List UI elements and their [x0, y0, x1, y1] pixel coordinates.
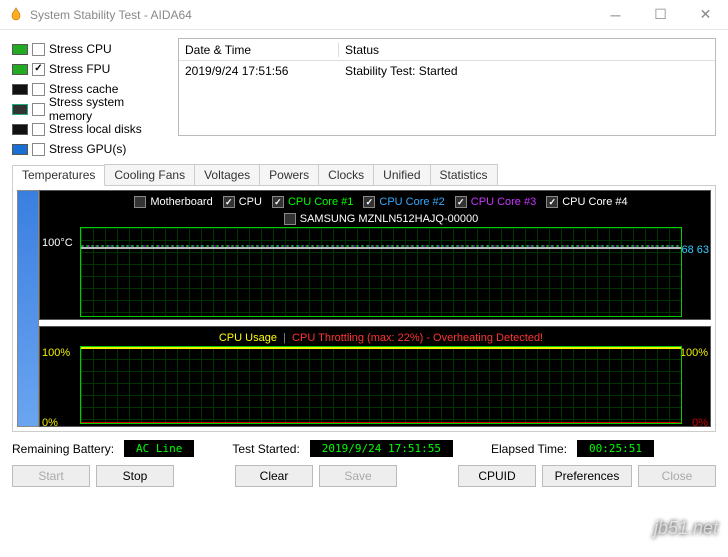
stress-disks-label: Stress local disks: [49, 122, 142, 136]
fpu-icon: [12, 64, 28, 75]
log-row-status: Stability Test: Started: [339, 64, 458, 78]
temp-plot: 68 63: [80, 227, 682, 317]
stress-disks-checkbox[interactable]: [32, 123, 45, 136]
temp-ymax: 100°C: [42, 237, 73, 249]
log-row-date: 2019/9/24 17:51:56: [179, 64, 339, 78]
tabs: Temperatures Cooling Fans Voltages Power…: [12, 164, 716, 186]
app-icon: [8, 7, 24, 23]
cpu-plot: [80, 346, 682, 424]
stress-cpu-row[interactable]: Stress CPU: [12, 40, 170, 58]
legend-core1[interactable]: CPU Core #1: [272, 196, 353, 208]
stress-disks-row[interactable]: Stress local disks: [12, 120, 170, 138]
cpu-chart: CPU Usage | CPU Throttling (max: 22%) - …: [39, 326, 711, 427]
legend-samsung[interactable]: SAMSUNG MZNLN512HAJQ-00000: [284, 213, 479, 225]
stress-options: Stress CPU Stress FPU Stress cache Stres…: [12, 38, 170, 158]
maximize-button[interactable]: ☐: [638, 0, 683, 29]
stress-cpu-checkbox[interactable]: [32, 43, 45, 56]
elapsed-label: Elapsed Time:: [491, 442, 567, 456]
cpu-chart-header: CPU Usage | CPU Throttling (max: 22%) - …: [80, 329, 682, 346]
clear-button[interactable]: Clear: [235, 465, 313, 487]
stress-memory-checkbox[interactable]: [32, 103, 45, 116]
log-header: Date & Time Status: [179, 39, 715, 61]
stress-cache-checkbox[interactable]: [32, 83, 45, 96]
legend-cpu[interactable]: CPU: [223, 196, 262, 208]
tab-clocks[interactable]: Clocks: [318, 164, 374, 185]
tab-statistics[interactable]: Statistics: [430, 164, 498, 185]
status-row: Remaining Battery: AC Line Test Started:…: [12, 432, 716, 459]
elapsed-value: 00:25:51: [577, 440, 654, 457]
tab-voltages[interactable]: Voltages: [194, 164, 260, 185]
tab-unified[interactable]: Unified: [373, 164, 430, 185]
gpu-icon: [12, 144, 28, 155]
cpuid-button[interactable]: CPUID: [458, 465, 536, 487]
legend-motherboard[interactable]: Motherboard: [134, 196, 212, 208]
start-button[interactable]: Start: [12, 465, 90, 487]
stress-cpu-label: Stress CPU: [49, 42, 112, 56]
tab-powers[interactable]: Powers: [259, 164, 319, 185]
stress-gpu-row[interactable]: Stress GPU(s): [12, 140, 170, 158]
cpu-ymin-left: 0%: [42, 417, 58, 429]
preferences-button[interactable]: Preferences: [542, 465, 632, 487]
window-title: System Stability Test - AIDA64: [30, 8, 593, 22]
battery-label: Remaining Battery:: [12, 442, 114, 456]
stress-fpu-label: Stress FPU: [49, 62, 110, 76]
cache-icon: [12, 84, 28, 95]
log-col-status[interactable]: Status: [339, 43, 379, 57]
titlebar: System Stability Test - AIDA64 ─ ☐ ✕: [0, 0, 728, 30]
button-row: Start Stop Clear Save CPUID Preferences …: [12, 459, 716, 497]
log-panel: Date & Time Status 2019/9/24 17:51:56 St…: [178, 38, 716, 136]
temperature-chart: Motherboard CPU CPU Core #1 CPU Core #2 …: [39, 190, 711, 320]
log-col-date[interactable]: Date & Time: [179, 43, 339, 57]
cpu-usage-label: CPU Usage: [219, 332, 277, 344]
started-label: Test Started:: [232, 442, 299, 456]
cpu-ymin-right: 0%: [692, 417, 708, 429]
stress-gpu-label: Stress GPU(s): [49, 142, 126, 156]
temp-right-value: 68 63: [681, 244, 709, 256]
cpu-icon: [12, 44, 28, 55]
close-app-button[interactable]: Close: [638, 465, 716, 487]
started-value: 2019/9/24 17:51:55: [310, 440, 453, 457]
battery-value: AC Line: [124, 440, 194, 457]
legend-core4[interactable]: CPU Core #4: [546, 196, 627, 208]
save-button[interactable]: Save: [319, 465, 397, 487]
stress-memory-row[interactable]: Stress system memory: [12, 100, 170, 118]
minimize-button[interactable]: ─: [593, 0, 638, 29]
log-row[interactable]: 2019/9/24 17:51:56 Stability Test: Start…: [179, 61, 715, 81]
temp-legend: Motherboard CPU CPU Core #1 CPU Core #2 …: [80, 193, 682, 210]
cpu-throttling-label: CPU Throttling (max: 22%) - Overheating …: [292, 332, 543, 344]
watermark: jb51.net: [654, 518, 718, 539]
stress-memory-label: Stress system memory: [49, 95, 170, 123]
stress-fpu-row[interactable]: Stress FPU: [12, 60, 170, 78]
stress-cache-label: Stress cache: [49, 82, 118, 96]
disk-icon: [12, 124, 28, 135]
tab-cooling-fans[interactable]: Cooling Fans: [104, 164, 195, 185]
memory-icon: [12, 104, 28, 115]
stress-gpu-checkbox[interactable]: [32, 143, 45, 156]
legend-core2[interactable]: CPU Core #2: [363, 196, 444, 208]
legend-core3[interactable]: CPU Core #3: [455, 196, 536, 208]
tab-temperatures[interactable]: Temperatures: [12, 165, 105, 186]
stop-button[interactable]: Stop: [96, 465, 174, 487]
stress-fpu-checkbox[interactable]: [32, 63, 45, 76]
temp-legend-2: SAMSUNG MZNLN512HAJQ-00000: [80, 210, 682, 227]
cpu-ymax-left: 100%: [42, 347, 70, 359]
close-button[interactable]: ✕: [683, 0, 728, 29]
scroll-strip[interactable]: [17, 190, 39, 427]
cpu-ymax-right: 100%: [680, 347, 708, 359]
